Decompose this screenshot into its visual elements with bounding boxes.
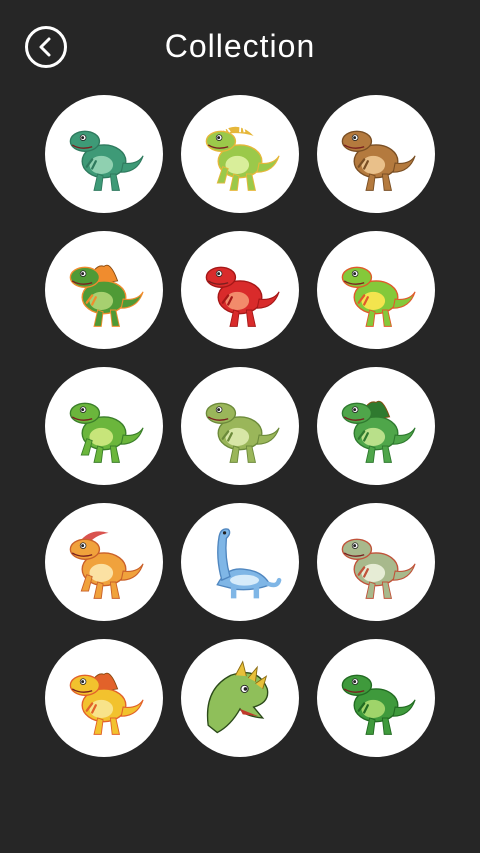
- cartoon-green-trex-icon: [341, 674, 416, 735]
- header: Collection: [0, 0, 480, 95]
- brown-raptor-icon: [341, 130, 416, 191]
- dino-card-yellow-green-raptor[interactable]: [317, 231, 435, 349]
- dino-card-cartoon-green-trex[interactable]: [317, 639, 435, 757]
- dino-card-brown-raptor[interactable]: [317, 95, 435, 213]
- dino-card-olive-coelophysis[interactable]: [181, 367, 299, 485]
- red-trex-icon: [205, 266, 280, 327]
- dino-card-green-triceratops[interactable]: [181, 95, 299, 213]
- page-title: Collection: [164, 28, 316, 64]
- yellow-green-raptor-icon: [341, 266, 416, 327]
- dino-card-red-trex[interactable]: [181, 231, 299, 349]
- blue-brachiosaurus-icon: [216, 528, 282, 599]
- green-family-icon: [69, 402, 144, 463]
- olive-coelophysis-icon: [205, 402, 280, 463]
- dino-card-green-spinosaurus[interactable]: [45, 231, 163, 349]
- trex-head-icon: [206, 660, 269, 734]
- dino-card-grey-trex[interactable]: [317, 503, 435, 621]
- dino-card-yellow-spinosaurus[interactable]: [45, 639, 163, 757]
- dino-card-green-parasaur[interactable]: [317, 367, 435, 485]
- dino-card-blue-brachiosaurus[interactable]: [181, 503, 299, 621]
- dino-card-green-family[interactable]: [45, 367, 163, 485]
- green-parasaur-icon: [341, 400, 416, 463]
- orange-parasaurolophus-icon: [69, 531, 144, 599]
- dino-card-orange-parasaurolophus[interactable]: [45, 503, 163, 621]
- grey-trex-icon: [341, 538, 416, 599]
- dino-card-green-trex[interactable]: [45, 95, 163, 213]
- dino-card-trex-head[interactable]: [181, 639, 299, 757]
- green-triceratops-icon: [205, 117, 280, 191]
- yellow-spinosaurus-icon: [69, 672, 144, 735]
- green-spinosaurus-icon: [69, 264, 144, 327]
- collection-screen: Collection: [0, 0, 480, 853]
- green-trex-icon: [69, 130, 144, 191]
